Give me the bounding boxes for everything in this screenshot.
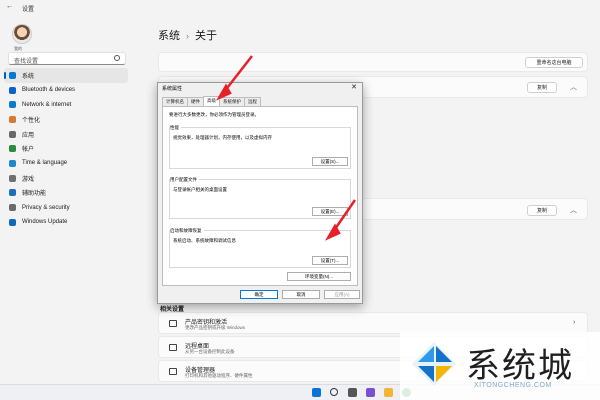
start-icon[interactable] [312,388,321,397]
file-explorer-icon[interactable] [384,388,393,397]
watermark: 系统城 XITONGCHENG.COM [400,332,600,400]
watermark-url: XITONGCHENG.COM [474,382,552,389]
widgets-icon[interactable] [366,388,375,397]
search-icon[interactable] [330,388,338,396]
red-arrow-icon [324,199,357,241]
red-arrow-icon [215,55,253,101]
task-view-icon[interactable] [348,388,357,397]
watermark-text: 系统城 [466,346,574,386]
windows-logo-icon [412,342,456,386]
